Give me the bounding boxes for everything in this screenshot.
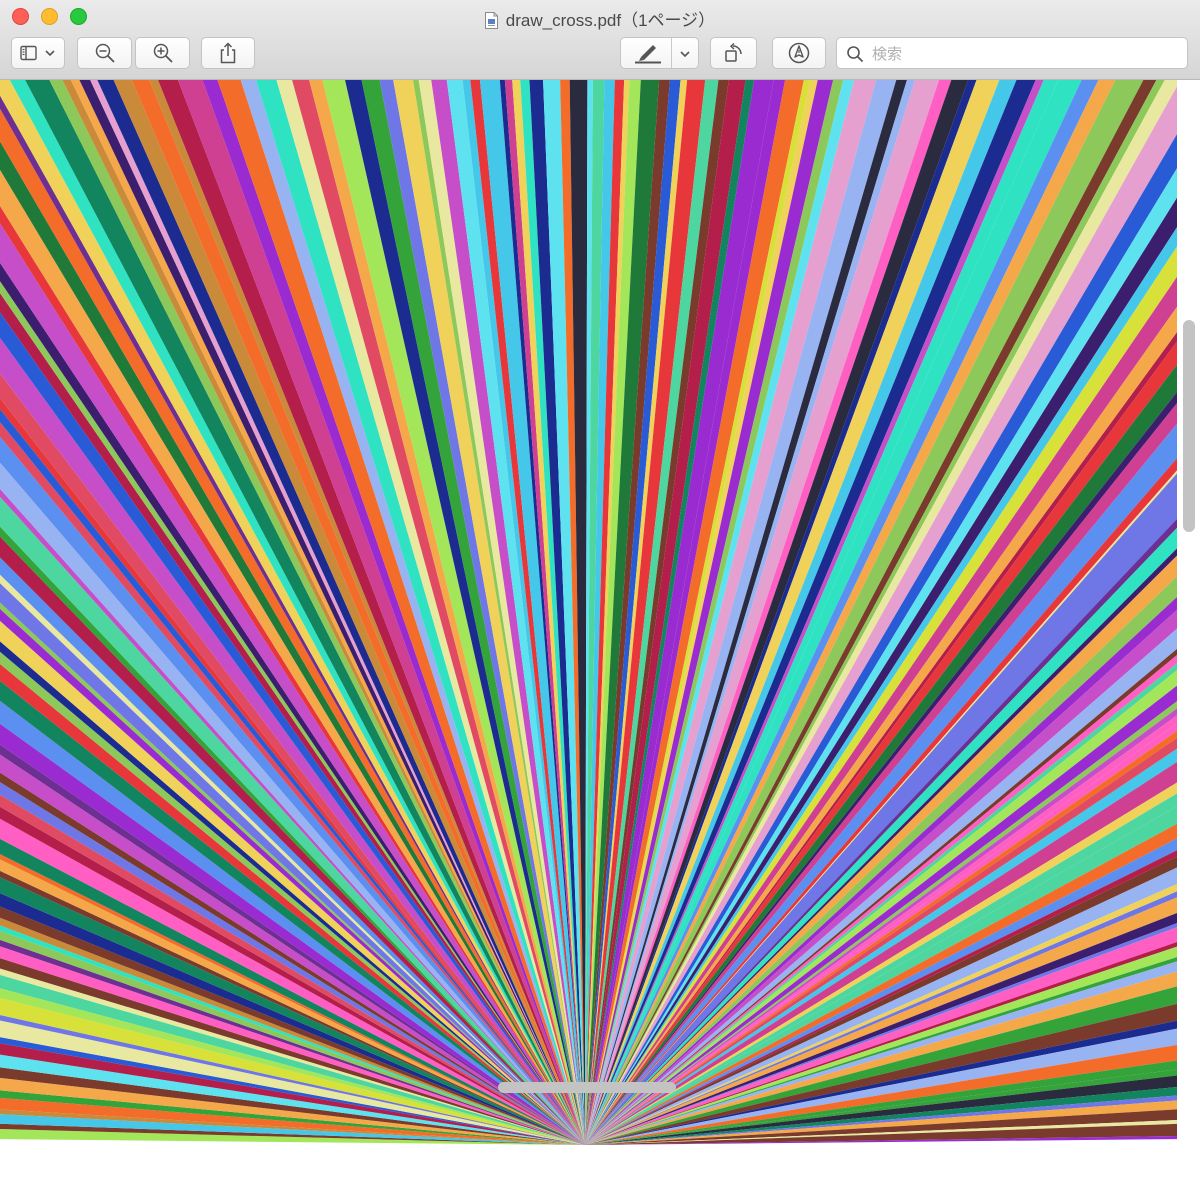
horizontal-scrollbar[interactable]	[0, 1156, 1200, 1179]
titlebar: draw_cross.pdf（1ページ）	[0, 0, 1200, 80]
search-field[interactable]	[836, 37, 1188, 69]
search-icon	[847, 46, 864, 63]
sidebar-toggle-button[interactable]	[11, 37, 65, 69]
radiating-stripes-artwork	[0, 80, 1177, 1145]
search-input[interactable]	[870, 42, 1174, 66]
window-title-area: draw_cross.pdf（1ページ）	[0, 6, 1200, 31]
sidebar-icon	[20, 45, 37, 61]
vertical-scrollbar[interactable]	[1177, 80, 1200, 1179]
highlight-button[interactable]	[620, 37, 699, 69]
highlight-split-divider	[671, 38, 672, 68]
markup-pen-icon	[788, 42, 810, 64]
vertical-scroll-thumb[interactable]	[1183, 320, 1195, 532]
window-title: draw_cross.pdf（1ページ）	[505, 11, 716, 30]
share-button[interactable]	[201, 37, 255, 69]
share-icon	[220, 42, 236, 64]
zoom-out-icon	[95, 43, 115, 63]
rotate-icon	[724, 42, 742, 62]
horizontal-scroll-thumb[interactable]	[498, 1082, 676, 1093]
zoom-out-button[interactable]	[77, 37, 132, 69]
document-view[interactable]	[0, 80, 1200, 1179]
chevron-down-icon[interactable]	[679, 50, 691, 58]
markup-button[interactable]	[772, 37, 826, 69]
preview-window: draw_cross.pdf（1ページ）	[0, 0, 1200, 1179]
zoom-in-icon	[153, 43, 173, 63]
highlighter-icon	[635, 45, 661, 64]
chevron-down-icon	[45, 50, 55, 57]
pdf-page	[0, 80, 1177, 1156]
zoom-in-button[interactable]	[135, 37, 190, 69]
rotate-button[interactable]	[710, 37, 757, 69]
pdf-document-icon	[484, 12, 498, 29]
